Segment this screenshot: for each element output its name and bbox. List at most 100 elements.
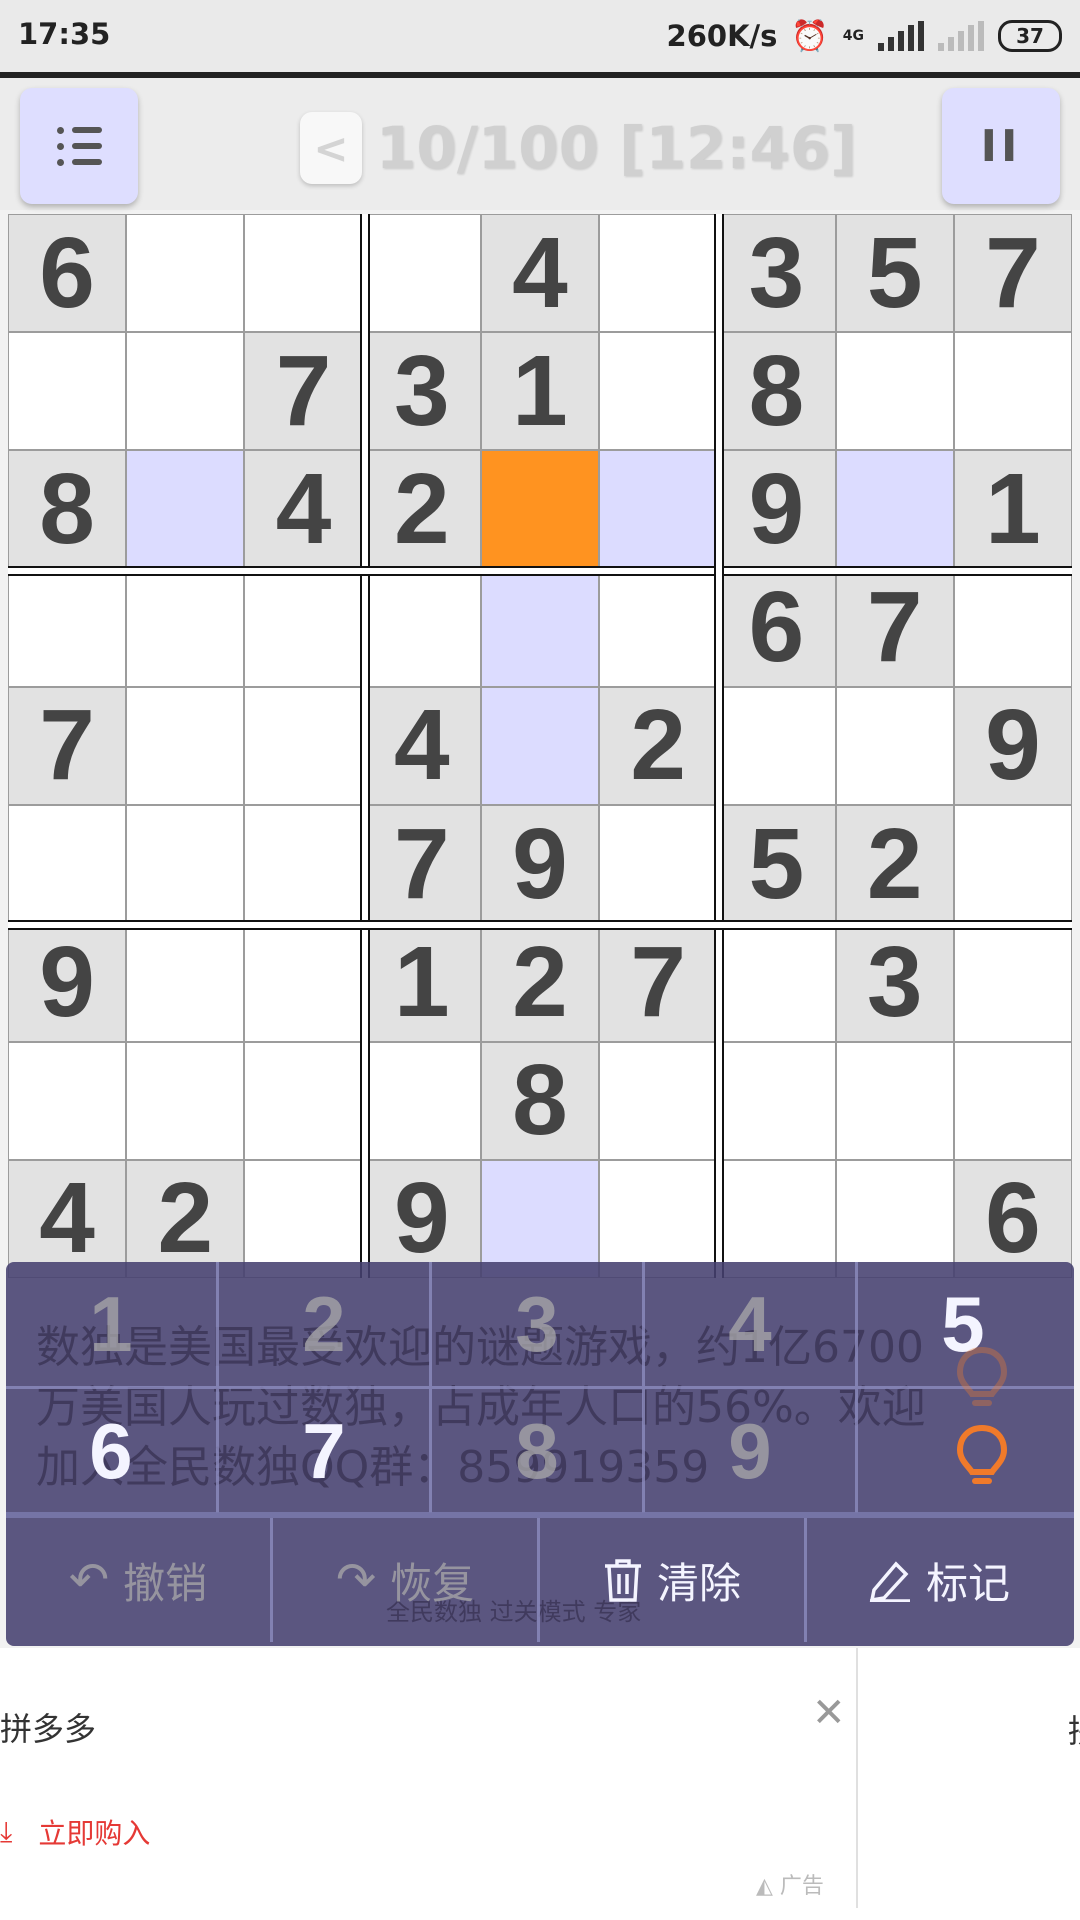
sudoku-cell[interactable] [836, 1160, 953, 1277]
mark-button[interactable]: 标记 [807, 1518, 1071, 1642]
sudoku-cell[interactable]: 1 [954, 451, 1071, 568]
buy-now-link[interactable]: ⤓ 立即购入 [0, 1812, 150, 1852]
close-icon[interactable]: ✕ [812, 1690, 846, 1736]
sudoku-cell[interactable]: 9 [481, 806, 599, 923]
sudoku-cell[interactable]: 7 [600, 924, 717, 1041]
sudoku-cell[interactable] [481, 451, 599, 568]
sudoku-cell[interactable]: 9 [363, 1160, 480, 1277]
sudoku-cell[interactable] [245, 1042, 362, 1159]
sudoku-cell[interactable] [481, 569, 599, 686]
sudoku-cell[interactable]: 7 [954, 215, 1071, 332]
sudoku-cell[interactable] [718, 1042, 835, 1159]
keypad-key-9[interactable]: 9 [645, 1389, 858, 1513]
sudoku-cell[interactable]: 1 [481, 333, 599, 450]
bottom-ad[interactable]: 拼多多 ✕ ⤓ 立即购入 ◭ 广告 拼 [0, 1648, 1080, 1920]
sudoku-cell[interactable]: 7 [9, 687, 126, 805]
sudoku-cell[interactable] [9, 333, 126, 450]
sudoku-cell[interactable]: 7 [245, 333, 362, 450]
clear-button[interactable]: 清除 [540, 1518, 807, 1642]
pause-button[interactable]: II [942, 88, 1060, 204]
sudoku-cell[interactable] [127, 569, 244, 686]
sudoku-cell[interactable]: 4 [363, 687, 480, 805]
previous-level-button[interactable]: < [300, 112, 362, 184]
keypad-key-1[interactable]: 1 [6, 1262, 219, 1386]
sudoku-cell[interactable] [245, 569, 362, 686]
sudoku-cell[interactable] [245, 215, 362, 332]
undo-button[interactable]: ↶ 撤销 [6, 1518, 273, 1642]
sudoku-cell[interactable] [245, 924, 362, 1041]
sudoku-cell[interactable] [954, 806, 1071, 923]
sudoku-cell[interactable] [245, 687, 362, 805]
menu-button[interactable] [20, 88, 138, 204]
sudoku-cell[interactable] [245, 806, 362, 923]
sudoku-cell[interactable] [954, 569, 1071, 686]
sudoku-cell[interactable]: 2 [600, 687, 717, 805]
sudoku-cell[interactable]: 8 [9, 451, 126, 568]
sudoku-cell[interactable] [9, 569, 126, 686]
sudoku-cell[interactable] [127, 215, 244, 332]
sudoku-cell[interactable] [600, 451, 717, 568]
sudoku-cell[interactable] [481, 1160, 599, 1277]
sudoku-cell[interactable]: 9 [718, 451, 835, 568]
sudoku-cell[interactable]: 6 [718, 569, 835, 686]
sudoku-cell[interactable]: 3 [718, 215, 835, 332]
sudoku-cell[interactable] [954, 924, 1071, 1041]
sudoku-cell[interactable] [363, 215, 480, 332]
sudoku-cell[interactable]: 4 [481, 215, 599, 332]
sudoku-cell[interactable] [600, 333, 717, 450]
sudoku-cell[interactable] [600, 806, 717, 923]
hint-button[interactable] [954, 1424, 1010, 1494]
keypad-key-4[interactable]: 4 [645, 1262, 858, 1386]
sudoku-cell[interactable] [127, 1042, 244, 1159]
sudoku-cell[interactable]: 1 [363, 924, 480, 1041]
sudoku-cell[interactable] [127, 806, 244, 923]
keypad-key-8[interactable]: 8 [432, 1389, 645, 1513]
sudoku-cell[interactable]: 6 [954, 1160, 1071, 1277]
sudoku-cell[interactable] [600, 569, 717, 686]
sudoku-cell[interactable]: 2 [481, 924, 599, 1041]
keypad-key-2[interactable]: 2 [219, 1262, 432, 1386]
sudoku-cell[interactable] [718, 924, 835, 1041]
sudoku-cell[interactable] [836, 687, 953, 805]
sudoku-cell[interactable] [9, 806, 126, 923]
sudoku-cell[interactable] [954, 1042, 1071, 1159]
sudoku-cell[interactable] [600, 1160, 717, 1277]
sudoku-cell[interactable] [127, 333, 244, 450]
sudoku-cell[interactable] [836, 333, 953, 450]
sudoku-cell[interactable] [127, 924, 244, 1041]
sudoku-cell[interactable]: 5 [718, 806, 835, 923]
sudoku-cell[interactable]: 8 [718, 333, 835, 450]
sudoku-cell[interactable]: 9 [954, 687, 1071, 805]
keypad-key-7[interactable]: 7 [219, 1389, 432, 1513]
sudoku-cell[interactable]: 2 [127, 1160, 244, 1277]
sudoku-cell[interactable] [718, 687, 835, 805]
sudoku-cell[interactable] [9, 1042, 126, 1159]
sudoku-cell[interactable] [245, 1160, 362, 1277]
sudoku-cell[interactable]: 4 [245, 451, 362, 568]
sudoku-cell[interactable]: 9 [9, 924, 126, 1041]
sudoku-cell[interactable]: 3 [363, 333, 480, 450]
sudoku-cell[interactable]: 3 [836, 924, 953, 1041]
sudoku-cell[interactable] [600, 1042, 717, 1159]
sudoku-cell[interactable]: 2 [836, 806, 953, 923]
sudoku-cell[interactable]: 8 [481, 1042, 599, 1159]
sudoku-cell[interactable]: 7 [836, 569, 953, 686]
sudoku-cell[interactable]: 2 [363, 451, 480, 568]
sudoku-cell[interactable] [836, 1042, 953, 1159]
keypad-key-3[interactable]: 3 [432, 1262, 645, 1386]
sudoku-cell[interactable] [481, 687, 599, 805]
sudoku-cell[interactable] [363, 569, 480, 686]
sudoku-cell[interactable] [836, 451, 953, 568]
sudoku-cell[interactable] [127, 451, 244, 568]
keypad-key-6[interactable]: 6 [6, 1389, 219, 1513]
sudoku-cell[interactable]: 7 [363, 806, 480, 923]
sudoku-cell[interactable]: 5 [836, 215, 953, 332]
sudoku-cell[interactable] [363, 1042, 480, 1159]
sudoku-cell[interactable] [718, 1160, 835, 1277]
sudoku-cell[interactable]: 6 [9, 215, 126, 332]
sudoku-cell[interactable]: 4 [9, 1160, 126, 1277]
redo-button[interactable]: ↷ 恢复 [273, 1518, 540, 1642]
sudoku-cell[interactable] [127, 687, 244, 805]
sudoku-cell[interactable] [954, 333, 1071, 450]
sudoku-cell[interactable] [600, 215, 717, 332]
